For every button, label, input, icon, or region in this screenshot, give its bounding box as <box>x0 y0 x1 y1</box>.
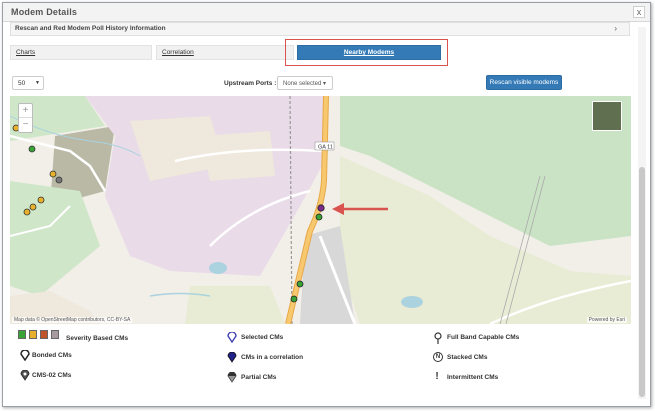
road-label: GA 11 <box>318 145 333 151</box>
zoom-out-button[interactable]: − <box>19 118 32 132</box>
legend-severity: Severity Based CMs <box>18 330 218 342</box>
legend-bonded-label: Bonded CMs <box>32 352 72 359</box>
map-canvas: GA 11 <box>10 96 631 324</box>
legend-intermittent: ! Intermittent CMs <box>433 372 583 384</box>
pond <box>401 296 423 308</box>
upstream-ports-select[interactable]: None selected ▾ <box>277 76 333 90</box>
powered-by-label[interactable]: Powered by Esri <box>586 317 627 323</box>
modem-details-dialog: Modem Details x Rescan and Red Modem Pol… <box>2 2 651 407</box>
legend-stacked-label: Stacked CMs <box>447 354 488 361</box>
severity-swatch-orange <box>40 330 48 339</box>
nearby-modems-map[interactable]: GA 11 + − Map data © OpenStreetMap contr… <box>10 96 631 324</box>
legend-correlation: CMs in a correlation <box>227 352 377 364</box>
scrollbar-thumb[interactable] <box>639 167 645 397</box>
dialog-scrollbar[interactable] <box>638 27 646 399</box>
map-attribution: Map data © OpenStreetMap contributors, C… <box>12 317 133 323</box>
map-legend: Severity Based CMs Selected CMs Full Ban… <box>10 325 632 395</box>
correlation-marker-icon <box>227 352 237 363</box>
legend-full-band: Full Band Capable CMs <box>433 332 593 344</box>
severity-swatch-green <box>18 330 26 339</box>
partial-marker-icon <box>227 372 237 383</box>
legend-correlation-label: CMs in a correlation <box>241 354 304 361</box>
zoom-in-button[interactable]: + <box>19 104 32 118</box>
upstream-ports-value: None selected ▾ <box>283 81 327 87</box>
dialog-titlebar: Modem Details x <box>3 3 650 22</box>
rescan-visible-modems-button[interactable]: Rescan visible modems <box>486 75 562 90</box>
caret-down-icon: ▼ <box>35 80 40 86</box>
pond <box>209 262 227 274</box>
legend-cms02-label: CMS-02 CMs <box>32 372 72 379</box>
severity-swatch-gray <box>51 330 59 339</box>
page-size-value: 50 <box>18 80 26 87</box>
legend-stacked: N Stacked CMs <box>433 352 583 364</box>
legend-full-band-label: Full Band Capable CMs <box>447 334 520 341</box>
dialog-title: Modem Details <box>11 7 78 17</box>
upstream-ports-label: Upstream Ports : <box>224 80 277 87</box>
page-size-select[interactable]: 50 ▼ <box>12 76 44 90</box>
legend-bonded: Bonded CMs <box>20 350 170 362</box>
rescan-history-accordion[interactable]: Rescan and Red Modem Poll History Inform… <box>10 22 630 36</box>
legend-partial-label: Partial CMs <box>241 374 277 381</box>
legend-intermittent-label: Intermittent CMs <box>447 374 499 381</box>
selected-marker-icon <box>227 332 237 343</box>
legend-severity-label: Severity Based CMs <box>66 335 129 342</box>
severity-swatch-yellow <box>29 330 37 339</box>
basemap-toggle[interactable] <box>592 101 622 131</box>
annotation-highlight-box <box>285 39 448 66</box>
accordion-label: Rescan and Red Modem Poll History Inform… <box>15 25 166 32</box>
full-band-marker-icon <box>434 332 442 344</box>
tab-charts-label: Charts <box>16 49 36 56</box>
cms02-marker-icon <box>20 370 30 381</box>
chevron-right-icon: › <box>614 24 617 33</box>
close-icon[interactable]: x <box>633 6 645 18</box>
land-parcel <box>200 131 275 181</box>
legend-cms02: CMS-02 CMs <box>20 370 170 382</box>
stacked-marker-icon: N <box>433 352 443 362</box>
tab-charts[interactable]: Charts <box>10 45 152 60</box>
tab-correlation-label: Correlation <box>162 49 194 56</box>
bonded-marker-icon <box>20 350 30 361</box>
tab-correlation[interactable]: Correlation <box>156 45 294 60</box>
intermittent-marker-icon: ! <box>435 371 439 382</box>
farmland-area <box>185 286 285 324</box>
legend-selected-label: Selected CMs <box>241 334 284 341</box>
legend-partial: Partial CMs <box>227 372 377 384</box>
map-zoom-control: + − <box>18 103 33 133</box>
legend-selected: Selected CMs <box>227 332 377 344</box>
